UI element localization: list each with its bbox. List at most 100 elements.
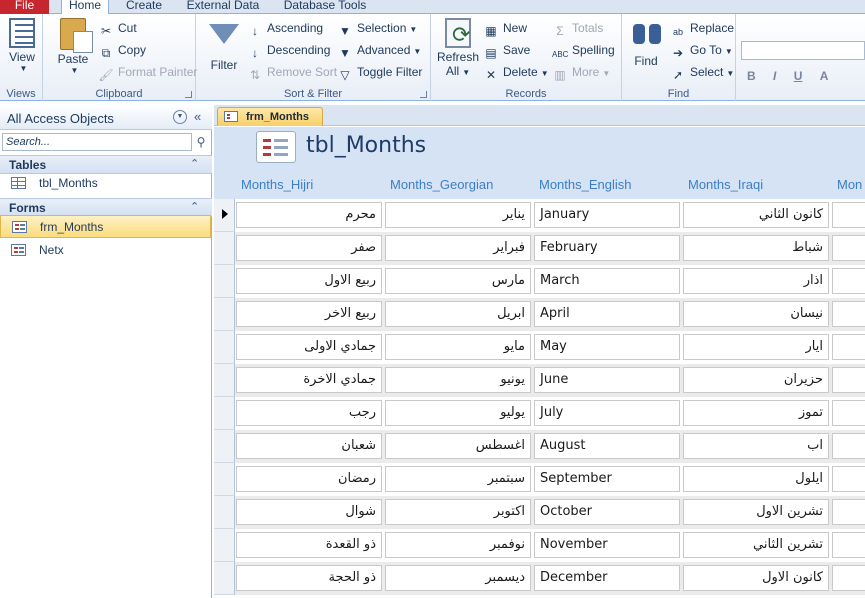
field-levant[interactable]: الأول — [832, 565, 865, 591]
field-iraqi[interactable]: نيسان — [683, 301, 829, 327]
record-selector[interactable] — [214, 199, 235, 232]
field-english[interactable]: February — [534, 235, 680, 261]
record-selector[interactable] — [214, 364, 235, 397]
field-iraqi[interactable]: تشرين الثاني — [683, 532, 829, 558]
totals-button[interactable]: Σ Totals — [552, 19, 603, 38]
tab-home[interactable]: Home — [61, 0, 109, 15]
field-hijri[interactable]: ربيع الاخر — [236, 301, 382, 327]
nav-pane-header[interactable]: All Access Objects ▼ « — [0, 105, 212, 130]
tab-external-data[interactable]: External Data — [182, 0, 264, 15]
field-georgian[interactable]: سبتمبر — [385, 466, 531, 492]
record-selector[interactable] — [214, 562, 235, 595]
field-georgian[interactable]: يونيو — [385, 367, 531, 393]
field-georgian[interactable]: ابريل — [385, 301, 531, 327]
field-iraqi[interactable]: كانون الاول — [683, 565, 829, 591]
field-hijri[interactable]: جمادي الاخرة — [236, 367, 382, 393]
field-iraqi[interactable]: اذار — [683, 268, 829, 294]
clipboard-dialog-launcher-icon[interactable] — [185, 91, 192, 98]
bold-button[interactable]: B — [747, 69, 756, 83]
field-levant[interactable]: تموز — [832, 400, 865, 426]
field-levant[interactable]: أيار — [832, 334, 865, 360]
field-georgian[interactable]: مارس — [385, 268, 531, 294]
field-georgian[interactable]: مايو — [385, 334, 531, 360]
sort-descending-button[interactable]: ↓ Descending — [247, 41, 330, 60]
field-levant[interactable]: آذار — [832, 268, 865, 294]
field-english[interactable]: September — [534, 466, 680, 492]
search-icon[interactable]: ⚲ — [193, 133, 209, 151]
goto-button[interactable]: ➔ Go To ▼ — [670, 41, 733, 60]
nav-pane-menu-icon[interactable]: ▼ — [173, 110, 187, 124]
refresh-all-button[interactable]: Refresh All▼ — [437, 18, 479, 78]
field-georgian[interactable]: ديسمبر — [385, 565, 531, 591]
nav-item-frm-months[interactable]: frm_Months — [0, 215, 211, 238]
field-levant[interactable]: حزيران — [832, 367, 865, 393]
field-hijri[interactable]: صفر — [236, 235, 382, 261]
field-hijri[interactable]: شوال — [236, 499, 382, 525]
record-selector[interactable] — [214, 430, 235, 463]
record-selector[interactable] — [214, 265, 235, 298]
new-record-button[interactable]: ▦ New — [483, 19, 527, 38]
save-record-button[interactable]: ▤ Save — [483, 41, 530, 60]
sort-ascending-button[interactable]: ↓ Ascending — [247, 19, 323, 38]
record-selector[interactable] — [214, 298, 235, 331]
field-iraqi[interactable]: ايار — [683, 334, 829, 360]
field-iraqi[interactable]: اب — [683, 433, 829, 459]
underline-button[interactable]: U — [794, 69, 803, 83]
field-georgian[interactable]: اغسطس — [385, 433, 531, 459]
field-hijri[interactable]: محرم — [236, 202, 382, 228]
font-color-button[interactable]: A — [820, 69, 829, 83]
sort-filter-dialog-launcher-icon[interactable] — [420, 91, 427, 98]
field-levant[interactable]: الثاني — [832, 202, 865, 228]
cut-button[interactable]: ✂ Cut — [98, 19, 137, 38]
field-english[interactable]: July — [534, 400, 680, 426]
find-button[interactable]: Find — [628, 18, 664, 68]
delete-record-button[interactable]: ✕ Delete ▼ — [483, 63, 549, 82]
format-painter-button[interactable]: 🖌 Format Painter — [98, 63, 197, 82]
field-english[interactable]: October — [534, 499, 680, 525]
field-georgian[interactable]: فبراير — [385, 235, 531, 261]
field-hijri[interactable]: ذو القعدة — [236, 532, 382, 558]
field-english[interactable]: August — [534, 433, 680, 459]
field-english[interactable]: June — [534, 367, 680, 393]
field-iraqi[interactable]: حزيران — [683, 367, 829, 393]
field-english[interactable]: May — [534, 334, 680, 360]
field-hijri[interactable]: ذو الحجة — [236, 565, 382, 591]
copy-button[interactable]: ⧉ Copy — [98, 41, 146, 60]
nav-search-input[interactable]: Search... — [2, 133, 192, 151]
field-hijri[interactable]: ربيع الاول — [236, 268, 382, 294]
tab-create[interactable]: Create — [121, 0, 167, 15]
record-selector[interactable] — [214, 496, 235, 529]
field-georgian[interactable]: نوفمبر — [385, 532, 531, 558]
field-georgian[interactable]: اكتوبر — [385, 499, 531, 525]
advanced-button[interactable]: ▼ Advanced ▼ — [337, 41, 421, 60]
field-hijri[interactable]: شعبان — [236, 433, 382, 459]
tab-database-tools[interactable]: Database Tools — [279, 0, 371, 15]
field-levant[interactable]: الأول — [832, 499, 865, 525]
field-iraqi[interactable]: تموز — [683, 400, 829, 426]
field-georgian[interactable]: يناير — [385, 202, 531, 228]
record-selector[interactable] — [214, 529, 235, 562]
select-button[interactable]: ➚ Select ▼ — [670, 63, 734, 82]
nav-item-netx[interactable]: Netx — [0, 239, 211, 262]
filter-button[interactable]: Filter — [204, 18, 244, 72]
field-hijri[interactable]: رجب — [236, 400, 382, 426]
field-levant[interactable]: الثاني — [832, 532, 865, 558]
field-levant[interactable]: نيسان — [832, 301, 865, 327]
toggle-filter-button[interactable]: ▽ Toggle Filter — [337, 63, 422, 82]
view-button[interactable]: View ▼ — [4, 18, 40, 73]
field-hijri[interactable]: رمضان — [236, 466, 382, 492]
document-tab-frm-months[interactable]: frm_Months — [217, 107, 323, 126]
more-button[interactable]: ▥ More ▼ — [552, 63, 610, 82]
field-iraqi[interactable]: كانون الثاني — [683, 202, 829, 228]
replace-button[interactable]: ab Replace — [670, 19, 734, 38]
record-selector[interactable] — [214, 397, 235, 430]
selection-button[interactable]: ▼ Selection ▼ — [337, 19, 417, 38]
collapse-pane-icon[interactable]: « — [194, 109, 201, 124]
field-levant[interactable]: شباط — [832, 235, 865, 261]
font-name-box[interactable] — [741, 41, 865, 60]
field-iraqi[interactable]: ايلول — [683, 466, 829, 492]
record-selector[interactable] — [214, 232, 235, 265]
italic-button[interactable]: I — [773, 69, 776, 83]
record-selector[interactable] — [214, 331, 235, 364]
field-english[interactable]: November — [534, 532, 680, 558]
